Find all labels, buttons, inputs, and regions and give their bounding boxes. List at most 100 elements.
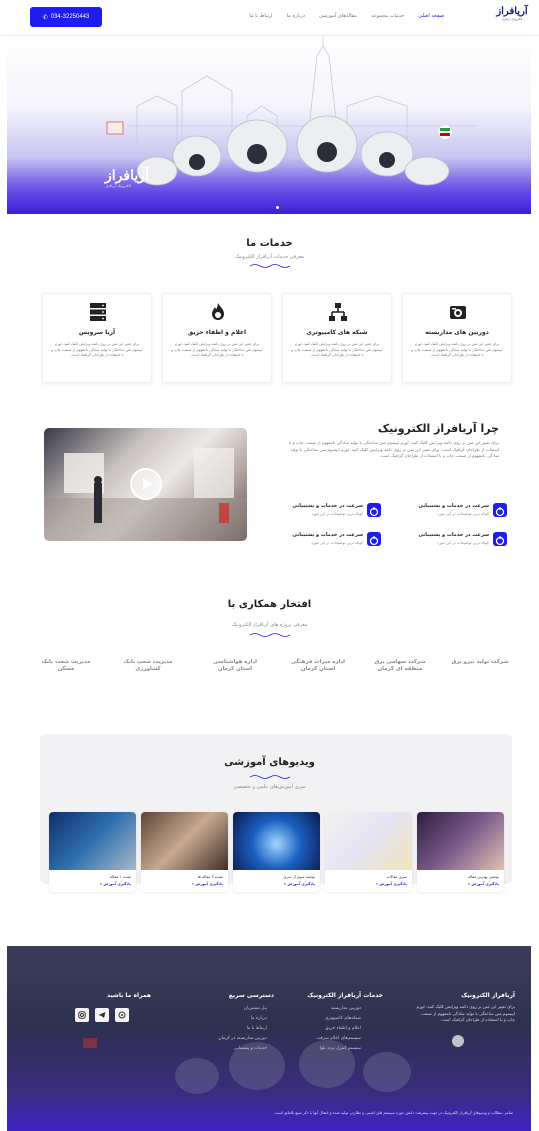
service-card[interactable]: شبکه های کامپیوتری برای تغییر این متن بر… [282, 293, 392, 383]
partner-logo: شرکت سهامی برق منطقه ای کرمان [374, 659, 426, 672]
play-button[interactable] [130, 468, 162, 500]
fire-icon [212, 303, 224, 320]
video-title: سری مقالات [386, 874, 407, 879]
phone-number: 034-32250443 [50, 14, 90, 20]
service-title: شبکه های کامپیوتری [306, 329, 368, 336]
nav-item-services[interactable]: خدمات مجموعه [371, 13, 404, 19]
services-title: خدمات ما [246, 238, 293, 249]
feature-desc: کوتاه ترین توضیحات در این مورد [311, 540, 363, 545]
service-card[interactable]: آریا سرویس برای تغییر این متن بر روی دکم… [42, 293, 152, 383]
footer-link[interactable]: درباره ما [251, 1016, 267, 1021]
phone-icon: ✆ [42, 14, 48, 21]
video-thumb [325, 812, 412, 870]
instagram-icon [78, 1011, 86, 1019]
footer-quick-title: دسترسی سریع [228, 992, 274, 999]
video-link[interactable]: یادگیری آموزش » [376, 882, 407, 886]
server-icon [90, 303, 106, 321]
site-footer: آریافراز الکترونیک برای تغییر این متن بر… [7, 946, 531, 1131]
footer-link[interactable]: دوربین مداربسته در کرمان [218, 1036, 267, 1041]
main-nav: صفحه اصلی خدمات مجموعه مقاله‌های آموزشی … [249, 13, 444, 19]
support-icon [367, 503, 381, 517]
social-links [75, 1008, 129, 1022]
nav-item-contact[interactable]: ارتباط با ما [249, 13, 272, 19]
footer-link[interactable]: پنل مشتریان [244, 1006, 267, 1011]
hero-logo-subtext: الکترونیک آریافراز [105, 184, 131, 188]
feature-title: سرعت در خدمات و پشتیبانی [292, 532, 363, 538]
support-icon [493, 503, 507, 517]
play-icon [143, 478, 152, 490]
hero-banner: آریافراز الکترونیک آریافراز [7, 36, 531, 214]
footer-link[interactable]: شبکه‌های کامپیوتری [325, 1016, 361, 1021]
slider-dot[interactable] [276, 206, 279, 209]
video-link[interactable]: یادگیری آموزش » [284, 882, 315, 886]
partners-subtitle: معرفی پروژه های آریافراز الکترونیک [231, 622, 308, 628]
video-title: تست ۱ مقاله [110, 874, 131, 879]
footer-services-title: خدمات آریافراز الکترونیک [307, 992, 383, 999]
service-title: اعلام و اطفاء حریق [187, 329, 247, 336]
wave-divider [250, 775, 290, 779]
video-title: نوشته سوم از سری [283, 874, 315, 879]
site-logo[interactable]: آریافراز الکترونیک آریافراز [493, 6, 531, 30]
feature-desc: کوتاه ترین توضیحات در این مورد [437, 540, 489, 545]
video-thumb [141, 812, 228, 870]
nav-item-about[interactable]: درباره ما [287, 13, 305, 19]
service-title: آریا سرویس [78, 329, 116, 336]
partner-logo: مدیریت شعب بانک مسکن [41, 659, 91, 672]
partner-logo: اداره میراث فرهنگی استان کرمان [290, 659, 346, 672]
service-description: برای تغییر این متن بر روی دکمه ویرایش کل… [411, 342, 503, 357]
social-link[interactable] [75, 1008, 89, 1022]
feature-item: سرعت در خدمات و پشتیبانی کوتاه ترین توضی… [276, 530, 381, 550]
service-description: برای تغییر این متن بر روی دکمه ویرایش کل… [171, 342, 263, 357]
wave-divider [250, 633, 290, 637]
video-link[interactable]: یادگیری آموزش » [192, 882, 223, 886]
video-link[interactable]: یادگیری آموزش » [468, 882, 499, 886]
service-card[interactable]: دوربین های مداربسته برای تغییر این متن ب… [402, 293, 512, 383]
partner-logo: اداره هواشناسی استان کرمان [213, 659, 257, 672]
support-icon [493, 532, 507, 546]
copyright-text: تمامی مطالب و ویدیوهای آریافراز الکترونی… [274, 1110, 513, 1115]
feature-item: سرعت در خدمات و پشتیبانی کوتاه ترین توضی… [276, 501, 381, 521]
hero-logo-text: آریافراز [105, 168, 149, 184]
site-header: ✆ 034-32250443 صفحه اصلی خدمات مجموعه مق… [0, 0, 539, 36]
video-card[interactable]: نوشتن بهترین مقاله یادگیری آموزش » [417, 812, 504, 892]
footer-link[interactable]: خدمات و پشتیبانی [234, 1046, 267, 1051]
video-link[interactable]: یادگیری آموزش » [100, 882, 131, 886]
social-link[interactable] [95, 1008, 109, 1022]
video-thumb [233, 812, 320, 870]
phone-button[interactable]: ✆ 034-32250443 [30, 7, 102, 27]
videos-subtitle: سری آموزش‌های علمی و تخصصی [233, 784, 306, 790]
feature-title: سرعت در خدمات و پشتیبانی [418, 503, 489, 509]
video-card[interactable]: تست ۲ مقاله ها یادگیری آموزش » [141, 812, 228, 892]
service-title: دوربین های مداربسته [425, 329, 489, 336]
feature-item: سرعت در خدمات و پشتیبانی کوتاه ترین توضی… [402, 530, 507, 550]
hero-logo: آریافراز الکترونیک آریافراز [105, 168, 149, 188]
footer-link[interactable]: ارتباط با ما [247, 1026, 267, 1031]
video-card[interactable]: نوشته سوم از سری یادگیری آموزش » [233, 812, 320, 892]
feature-title: سرعت در خدمات و پشتیبانی [292, 503, 363, 509]
service-description: برای تغییر این متن بر روی دکمه ویرایش کل… [51, 342, 143, 357]
services-subtitle: معرفی خدمات آریافراز الکترونیک [234, 254, 305, 260]
footer-link[interactable]: دوربین مداربسته [331, 1006, 361, 1011]
service-card[interactable]: اعلام و اطفاء حریق برای تغییر این متن بر… [162, 293, 272, 383]
whatsapp-icon [118, 1011, 126, 1019]
intro-video[interactable] [44, 428, 247, 541]
video-card[interactable]: سری مقالات یادگیری آموزش » [325, 812, 412, 892]
support-icon [367, 532, 381, 546]
nav-item-articles[interactable]: مقاله‌های آموزشی [319, 13, 357, 19]
why-text: برای تغییر این متن بر روی دکمه ویرایش کل… [288, 440, 499, 458]
footer-link[interactable]: اعلام و اطفاء حریق [325, 1026, 361, 1031]
nav-item-home[interactable]: صفحه اصلی [418, 13, 444, 19]
telegram-icon [98, 1012, 106, 1018]
logo-text: آریافراز [496, 6, 528, 17]
footer-link[interactable]: سیستم کنترل تردد تلوا [320, 1046, 361, 1051]
feature-item: سرعت در خدمات و پشتیبانی کوتاه ترین توضی… [402, 501, 507, 521]
video-thumb [49, 812, 136, 870]
feature-title: سرعت در خدمات و پشتیبانی [418, 532, 489, 538]
why-title: چرا آریافراز الکترونیک [377, 422, 499, 435]
video-card[interactable]: تست ۱ مقاله یادگیری آموزش » [49, 812, 136, 892]
social-link[interactable] [115, 1008, 129, 1022]
partner-logo: شرکت تولید نیرو برق [451, 659, 509, 665]
footer-link[interactable]: سیستم‌های اعلام سرقت [316, 1036, 361, 1041]
network-icon [329, 303, 347, 321]
video-title: تست ۲ مقاله ها [197, 874, 223, 879]
